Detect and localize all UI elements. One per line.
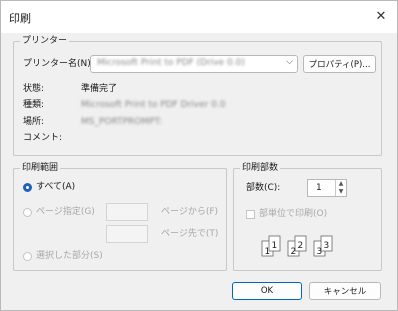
svg-text:3: 3 — [324, 241, 330, 251]
type-label: 種類: — [23, 100, 45, 110]
where-value: MS_PORTPROMPT: — [81, 117, 163, 127]
printer-name-label: プリンター名(N): — [23, 59, 94, 69]
collate-pages-icon: 11 22 33 — [261, 235, 333, 257]
collate-label[interactable]: 部単位で印刷(O) — [259, 208, 327, 220]
type-value: Microsoft Print to PDF Driver 0.0 — [81, 100, 226, 110]
from-page-input[interactable] — [106, 203, 148, 221]
copies-group: 印刷部数 部数(C): 1 ▲ ▼ 部単位で印刷(O) 11 22 33 — [233, 162, 382, 271]
printer-group: プリンター プリンター名(N): Microsoft Print to PDF … — [13, 35, 382, 156]
radio-selection[interactable] — [23, 252, 32, 261]
radio-all[interactable] — [23, 183, 32, 192]
chevron-down-icon: ⌵ — [286, 57, 293, 67]
print-dialog: 印刷 ✕ プリンター プリンター名(N): Microsoft Print to… — [0, 0, 398, 311]
printer-name-select[interactable]: Microsoft Print to PDF (Drive 0.0) ⌵ — [90, 55, 298, 73]
dialog-title: 印刷 — [9, 12, 31, 25]
copies-label: 部数(C): — [246, 183, 281, 193]
close-icon[interactable]: ✕ — [371, 5, 391, 27]
title-bar: 印刷 ✕ — [1, 1, 397, 33]
where-label: 場所: — [23, 117, 45, 127]
copies-value[interactable]: 1 — [316, 182, 322, 194]
radio-pages-label[interactable]: ページ指定(G) — [36, 206, 95, 218]
cancel-button[interactable]: キャンセル — [309, 282, 381, 300]
svg-text:2: 2 — [298, 241, 304, 251]
collate-checkbox[interactable] — [246, 210, 255, 219]
svg-text:3: 3 — [317, 247, 323, 257]
spinner-arrows-icon[interactable]: ▲ ▼ — [335, 180, 346, 196]
status-value: 準備完了 — [81, 84, 118, 94]
svg-text:1: 1 — [265, 247, 271, 257]
print-range-group: 印刷範囲 すべて(A) ページ指定(G) ページから(F) ページ先で(T) 選… — [13, 162, 227, 271]
radio-all-label[interactable]: すべて(A) — [36, 181, 75, 193]
to-page-input[interactable] — [106, 225, 148, 243]
radio-pages[interactable] — [23, 208, 32, 217]
print-range-legend: 印刷範囲 — [20, 162, 61, 174]
copies-spinner[interactable]: 1 ▲ ▼ — [307, 179, 347, 197]
from-page-label: ページから(F) — [161, 207, 219, 217]
properties-button[interactable]: プロパティ(P)... — [303, 55, 376, 73]
to-page-label: ページ先で(T) — [161, 229, 219, 239]
printer-group-legend: プリンター — [20, 35, 70, 47]
status-label: 状態: — [23, 84, 45, 94]
radio-selection-label[interactable]: 選択した部分(S) — [36, 250, 103, 262]
svg-text:1: 1 — [272, 241, 278, 251]
copies-legend: 印刷部数 — [240, 162, 281, 174]
comment-label: コメント: — [23, 133, 63, 143]
printer-name-value: Microsoft Print to PDF (Drive 0.0) — [97, 58, 245, 68]
ok-button[interactable]: OK — [232, 282, 302, 300]
svg-text:2: 2 — [291, 247, 297, 257]
